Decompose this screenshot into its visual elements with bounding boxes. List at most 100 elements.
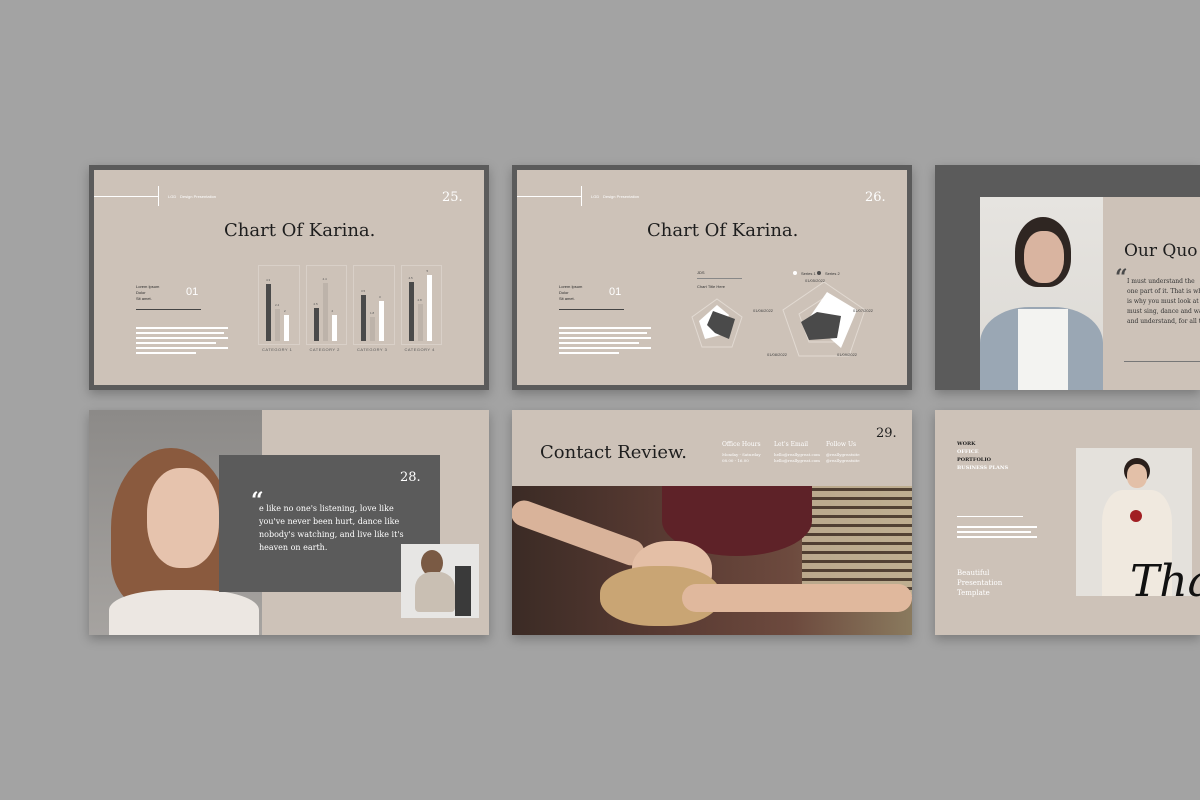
bar (417, 304, 423, 341)
menu-item[interactable]: WORK (957, 440, 1008, 448)
arm-shape (682, 584, 912, 612)
header-tag: LGD (168, 194, 177, 199)
menu-item[interactable]: BUSINESS PLANS (957, 464, 1008, 472)
small-photo (401, 544, 479, 618)
bar-value-label: 2 (284, 309, 286, 313)
small-radar-chart (691, 298, 743, 348)
slide-26-chart[interactable]: LGD Design Presentation 26. Chart Of Kar… (512, 165, 912, 390)
slide-29-contact[interactable]: 29. Contact Review. Office Hours Monday … (512, 410, 912, 635)
section-number: 01 (609, 286, 622, 298)
footer-line: Presentation (957, 579, 1003, 587)
page-number: 25. (442, 190, 463, 205)
quote-line: must sing, dance and wa (1127, 308, 1200, 315)
page-number: 26. (865, 190, 886, 205)
contact-office-hours: Office Hours Monday - Saturday 08.00 - 1… (722, 442, 761, 464)
quote-line: e like no one's listening, love like (259, 504, 394, 513)
quote-line: nobody's watching, and live like it's (259, 530, 404, 539)
radar-axis-label: 01/09/2022 (837, 352, 858, 357)
menu-list: WORK OFFICE PORTFOLIO BUSINESS PLANS (957, 440, 1008, 472)
page-number: 29. (876, 426, 897, 441)
legend-label: Series 2 (825, 271, 840, 276)
large-radar-chart (782, 281, 866, 357)
category-label: CATEGORY 4 (404, 347, 435, 352)
quote-line: you've never been hurt, dance like (259, 517, 400, 526)
quote-line: heaven on earth. (259, 543, 328, 552)
plaid-pattern (802, 486, 912, 596)
side-text-line: Sit amet. (559, 296, 575, 301)
side-text-line: Sit amet. (136, 296, 152, 301)
bar (331, 315, 337, 341)
figure-shape (415, 572, 455, 612)
contact-heading: Follow Us (826, 441, 857, 448)
small-chart-label: JDS (697, 270, 705, 275)
header-label: Design Presentation (180, 194, 217, 199)
bar-value-label: 2.8 (417, 298, 422, 302)
contact-follow: Follow Us @reallygreatsite @reallygreats… (826, 442, 860, 464)
face-shape (1024, 231, 1064, 283)
contact-email: Let's Email hello@reallygreat.com hello@… (774, 442, 820, 464)
quote-mark-icon: “ (1115, 265, 1128, 291)
portrait-photo (980, 197, 1103, 390)
quote-line: one part of it. That is wh (1127, 288, 1200, 295)
radar-axis-label: 01/06/2022 (753, 308, 774, 313)
paragraph-placeholder (957, 526, 1037, 541)
slide-title: Our Quo (1124, 241, 1198, 261)
quote-line: I must understand the (1127, 278, 1195, 285)
footer-text: Beautiful Presentation Template (957, 568, 1002, 598)
paragraph-placeholder (136, 327, 228, 357)
contact-heading: Let's Email (774, 441, 809, 448)
slide-title: Chart Of Karina. (647, 220, 799, 241)
bar (379, 301, 384, 341)
radar-axis-label: 01/07/2022 (853, 308, 874, 313)
face-shape (1127, 464, 1147, 488)
contact-line[interactable]: @reallygreatsite (826, 458, 860, 464)
menu-item[interactable]: OFFICE (957, 448, 1008, 456)
slider-line (957, 516, 1023, 517)
section-number: 01 (186, 286, 199, 298)
contact-line[interactable]: hello@reallygreat.com (774, 458, 820, 464)
side-text: Lorem Ipsum Dolor Sit amet. (136, 284, 159, 302)
category-label: CATEGORY 2 (309, 347, 340, 352)
bar (426, 275, 432, 341)
category-label: CATEGORY 3 (357, 347, 388, 352)
quote-line: is why you must look at th (1127, 298, 1200, 305)
arm-shape (512, 496, 649, 570)
divider (559, 309, 624, 310)
contact-line: 08.00 - 16.00 (722, 458, 749, 463)
bar-value-label: 1.8 (370, 311, 375, 315)
contact-heading: Office Hours (722, 441, 761, 448)
menu-item[interactable]: PORTFOLIO (957, 456, 1008, 464)
header-label: Design Presentation (603, 194, 640, 199)
slide-title: Chart Of Karina. (224, 220, 376, 241)
bar (266, 284, 271, 341)
script-word: Tha (1130, 556, 1200, 607)
rose-icon (1130, 510, 1142, 522)
header-line (94, 196, 159, 197)
slide-title: Contact Review. (540, 442, 687, 463)
legend-swatch (793, 271, 797, 275)
bar-value-label: 2.5 (313, 302, 318, 306)
bar-chart: 4.3 2.4 2 CATEGORY 1 2.5 4.4 2 CATEGORY 2 3.5 1.8… (254, 265, 444, 357)
footer-line: Beautiful (957, 569, 990, 577)
slide-30-thanks[interactable]: WORK OFFICE PORTFOLIO BUSINESS PLANS Bea… (935, 410, 1200, 635)
category-label: CATEGORY 1 (262, 347, 293, 352)
slide-27-quote[interactable]: Our Quo “ I must understand the one part… (935, 165, 1200, 390)
bar (370, 317, 375, 341)
bar-value-label: 3 (379, 295, 381, 299)
radar-axis-label: 01/05/2022 (805, 278, 826, 283)
shirt-shape (109, 590, 259, 635)
divider (136, 309, 201, 310)
bar-value-label: 5 (426, 269, 429, 273)
header-tick (581, 186, 582, 206)
legend-label: Series 1 (801, 271, 816, 276)
bar (275, 309, 280, 341)
slide-25-chart[interactable]: LGD Design Presentation 25. Chart Of Kar… (89, 165, 489, 390)
radar-axis-label: 01/08/2022 (767, 352, 788, 357)
bar-value-label: 4.4 (322, 277, 327, 281)
bar-value-label: 3.5 (361, 289, 366, 293)
quote-text: I must understand the one part of it. Th… (1127, 277, 1200, 327)
quote-line: and understand, for all th (1127, 318, 1200, 325)
slide-28-quote[interactable]: 28. “ e like no one's listening, love li… (89, 410, 489, 635)
legend-swatch (817, 271, 821, 275)
quote-text: e like no one's listening, love like you… (259, 502, 404, 554)
